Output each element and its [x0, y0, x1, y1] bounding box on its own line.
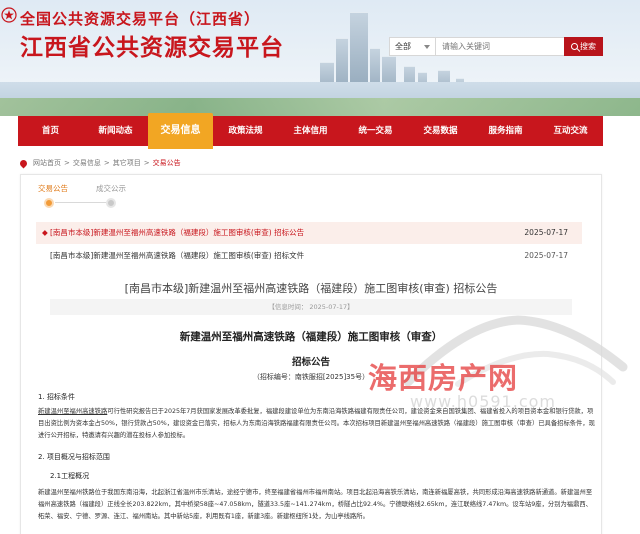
watermark-title: 海西房产网 — [368, 361, 519, 395]
nav-item-interaction[interactable]: 互动交流 — [538, 116, 603, 146]
nav-item-trade-data[interactable]: 交易数据 — [408, 116, 473, 146]
progress-steps: 交易公告 成交公示 — [38, 183, 238, 217]
list-item-title: [南昌市本级]新建温州至福州高速铁路（福建段）施工图审核(审查) 招标文件 — [50, 251, 305, 260]
paragraph-body: 可行性研究报告已于2025年7月获国家发展改革委批复，福建段建设单位为东南沿海铁… — [38, 408, 595, 439]
paragraph-conditions: 新建温州至福州高速铁路可行性研究报告已于2025年7月获国家发展改革委批复，福建… — [38, 406, 598, 442]
step-label-result[interactable]: 成交公示 — [96, 183, 126, 194]
list-item-date: 2025-07-17 — [524, 251, 568, 260]
document-title: [南昌市本级]新建温州至福州高速铁路（福建段）施工图审核(审查) 招标公告 — [124, 282, 498, 295]
paragraph-overview: 新建温州至福州铁路位于我国东南沿海，北起浙江省温州市乐清站，途经宁德市，终至福建… — [38, 489, 593, 520]
nav-item-credit[interactable]: 主体信用 — [278, 116, 343, 146]
step-dot-active — [44, 198, 54, 208]
search-button-label: 搜索 — [580, 42, 596, 51]
search-scope-value: 全部 — [395, 42, 411, 51]
main-nav: 首页 新闻动态 交易信息 政策法规 主体信用 统一交易 交易数据 服务指南 互动… — [18, 113, 603, 149]
chevron-down-icon — [424, 45, 430, 49]
section-heading: 2.1工程概况 — [50, 472, 90, 480]
document-meta: 【信息时间： 2025-07-17】 — [50, 299, 572, 315]
bullet-icon — [42, 245, 46, 267]
site-subtitle: 全国公共资源交易平台（江西省） — [20, 10, 261, 28]
breadcrumb: 网站首页 > 交易信息 > 其它项目 > 交易公告 — [18, 158, 181, 168]
step-dot-pending — [106, 198, 116, 208]
list-item-date: 2025-07-17 — [524, 228, 568, 237]
document-heading: 新建温州至福州高速铁路（福建段）施工图审核（审查） — [179, 331, 443, 343]
list-item[interactable]: [南昌市本级]新建温州至福州高速铁路（福建段）施工图审核(审查) 招标文件 20… — [36, 245, 582, 267]
location-pin-icon — [18, 158, 29, 168]
breadcrumb-current: 交易公告 — [152, 159, 181, 167]
search-scope-select[interactable]: 全部 — [390, 38, 436, 55]
nav-item-news[interactable]: 新闻动态 — [83, 116, 148, 146]
nav-item-policy[interactable]: 政策法规 — [213, 116, 278, 146]
site-emblem-icon — [1, 7, 17, 23]
nav-item-trade-info[interactable]: 交易信息 — [148, 113, 213, 149]
bullet-icon: ◆ — [42, 228, 48, 237]
list-item-title: [南昌市本级]新建温州至福州高速铁路（福建段）施工图审核(审查) 招标公告 — [50, 228, 305, 237]
list-item[interactable]: ◆ [南昌市本级]新建温州至福州高速铁路（福建段）施工图审核(审查) 招标公告 … — [36, 222, 582, 244]
breadcrumb-home[interactable]: 网站首页 — [33, 158, 61, 168]
site-title: 江西省公共资源交易平台 — [20, 34, 284, 61]
nav-item-home[interactable]: 首页 — [18, 116, 83, 146]
nav-item-service-guide[interactable]: 服务指南 — [473, 116, 538, 146]
section-heading: 2. 项目概况与招标范围 — [38, 453, 110, 461]
section-heading: 1. 招标条件 — [38, 393, 75, 401]
greenery-graphic — [0, 98, 640, 116]
breadcrumb-trade-info[interactable]: 交易信息 — [73, 158, 101, 168]
step-connector — [55, 202, 106, 203]
paragraph-lead: 新建温州至福州高速铁路 — [38, 408, 108, 415]
breadcrumb-other-projects[interactable]: 其它项目 — [113, 158, 141, 168]
step-label-announcement[interactable]: 交易公告 — [38, 183, 68, 194]
search-button[interactable]: 搜索 — [564, 37, 603, 56]
nav-item-unified-trade[interactable]: 统一交易 — [343, 116, 408, 146]
search-icon — [571, 43, 578, 50]
